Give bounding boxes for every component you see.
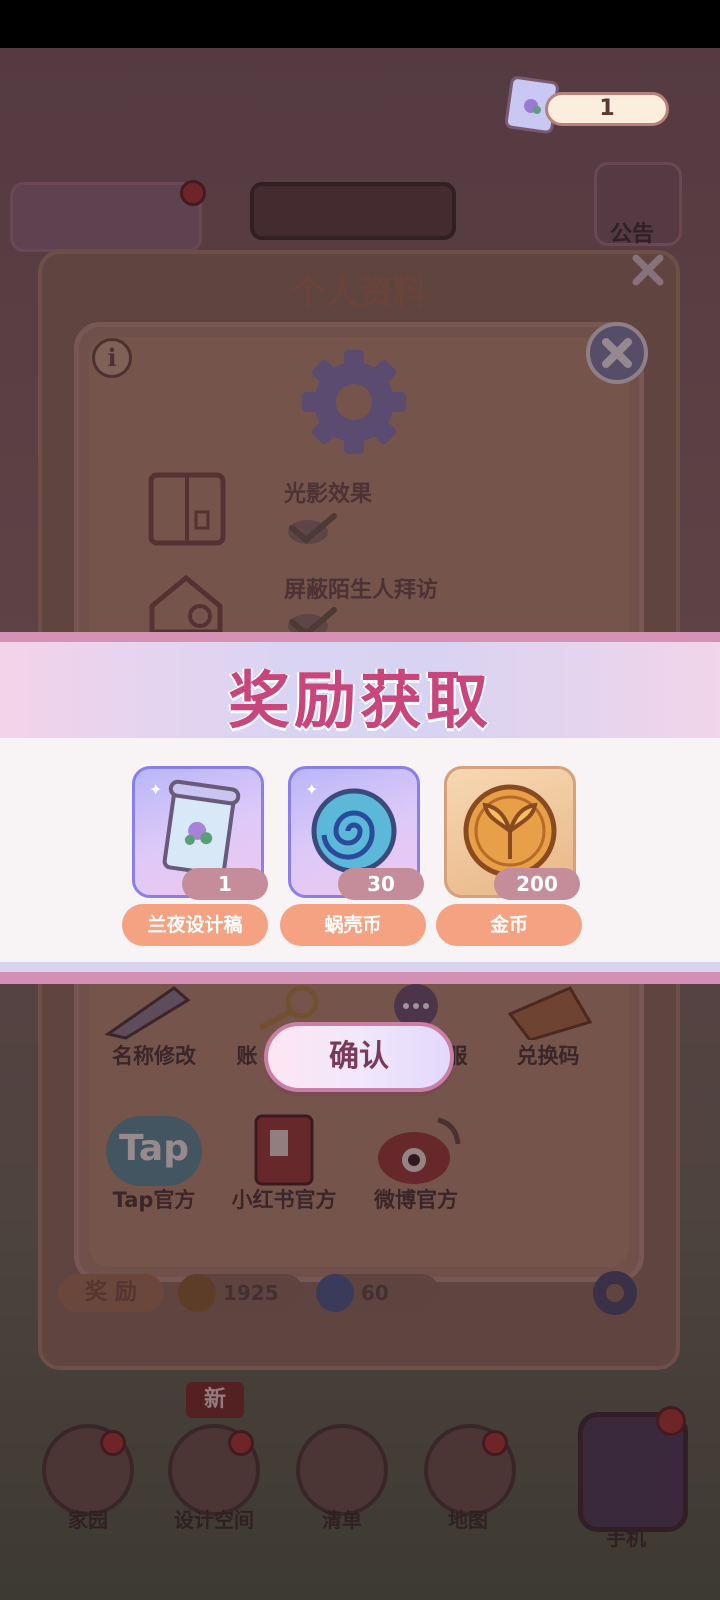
design-scroll-count: 1 [545,92,669,126]
reward-count: 30 [338,868,424,900]
reward-name: 蜗壳币 [280,904,426,946]
svg-text:✦: ✦ [149,780,162,799]
reward-count: 1 [182,868,268,900]
reward-name: 金币 [436,904,582,946]
svg-text:✦: ✦ [305,780,318,799]
confirm-button[interactable]: 确认 [264,1022,454,1092]
reward-modal-title: 奖励获取 [227,664,492,737]
modal-stripe [0,962,720,972]
reward-name: 兰夜设计稿 [122,904,268,946]
modal-stripe [0,632,720,642]
design-scroll-counter: 1 [504,76,673,134]
modal-stripe [0,972,720,984]
reward-count: 200 [494,868,580,900]
